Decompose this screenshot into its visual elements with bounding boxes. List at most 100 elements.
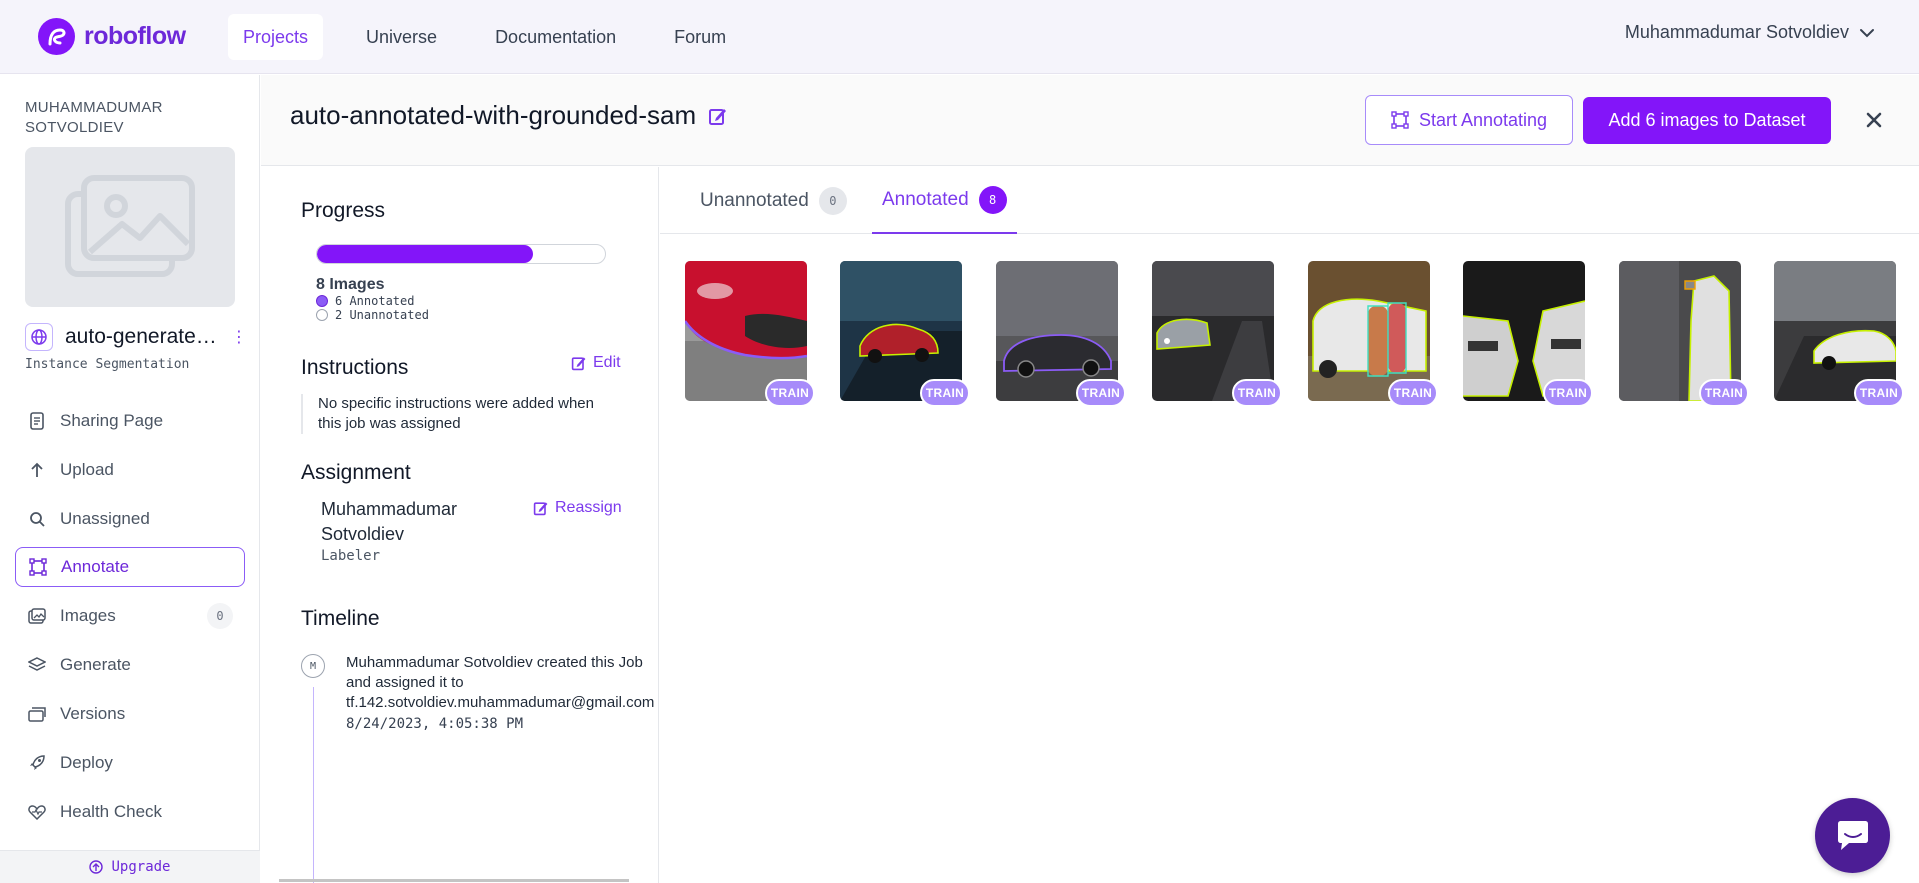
sidebar-item-label: Deploy — [60, 753, 113, 772]
add-images-to-dataset-button[interactable]: Add 6 images to Dataset — [1583, 97, 1831, 144]
sidebar-item-versions[interactable]: Versions — [15, 694, 245, 734]
sidebar-item-deploy[interactable]: Deploy — [15, 743, 245, 783]
rocket-icon — [28, 754, 46, 772]
kebab-menu-icon[interactable]: ⋮ — [231, 327, 247, 347]
nav-link-universe[interactable]: Universe — [351, 14, 452, 60]
brand-name: roboflow — [84, 22, 186, 50]
edit-label: Edit — [593, 354, 621, 371]
sidebar-item-label: Unassigned — [60, 509, 150, 528]
top-navigation: roboflow Projects Universe Documentation… — [0, 0, 1919, 74]
instructions-text: No specific instructions were added when… — [301, 394, 621, 434]
tab-annotated[interactable]: Annotated 8 — [872, 167, 1017, 234]
roboflow-logo-icon — [38, 18, 75, 55]
unannotated-label: 2 Unannotated — [335, 308, 429, 322]
sidebar-item-unassigned[interactable]: Unassigned — [15, 499, 245, 539]
job-info-panel: Progress 8 Images 6 Annotated 2 Unannota… — [261, 167, 659, 883]
image-thumbnail[interactable]: TRAIN — [1308, 261, 1438, 407]
user-name: Muhammadumar Sotvoldiev — [1624, 22, 1849, 42]
instructions-heading: Instructions — [301, 356, 409, 379]
nav-link-projects[interactable]: Projects — [228, 13, 324, 60]
layers-icon — [28, 656, 46, 674]
image-thumbnail[interactable]: TRAIN — [1463, 261, 1593, 407]
timeline-line — [313, 687, 314, 883]
page-title: auto-annotated-with-grounded-sam — [290, 100, 697, 130]
image-thumbnail[interactable]: TRAIN — [685, 261, 815, 407]
nav-link-documentation[interactable]: Documentation — [480, 14, 631, 60]
assignee-name: Muhammadumar Sotvoldiev — [321, 499, 458, 544]
upgrade-button[interactable]: Upgrade — [0, 850, 260, 883]
images-icon — [28, 607, 46, 625]
image-tabs: Unannotated 0 Annotated 8 — [660, 167, 1919, 234]
sidebar-item-label: Images — [60, 606, 116, 625]
image-thumbnail[interactable]: TRAIN — [1774, 261, 1904, 407]
chat-bubble-icon — [1837, 820, 1868, 850]
nav-link-forum[interactable]: Forum — [659, 14, 741, 60]
reassign-label: Reassign — [555, 499, 622, 516]
sidebar-item-label: Generate — [60, 655, 131, 674]
upgrade-label: Upgrade — [111, 859, 171, 875]
train-badge: TRAIN — [1388, 379, 1438, 407]
annotated-label: 6 Annotated — [335, 294, 415, 308]
sidebar-item-health-check[interactable]: Health Check — [15, 792, 245, 832]
job-header: auto-annotated-with-grounded-sam Start A… — [261, 75, 1919, 166]
tab-unannotated[interactable]: Unannotated 0 — [700, 167, 847, 234]
project-thumbnail-placeholder — [25, 147, 235, 307]
edit-title-icon[interactable] — [708, 106, 728, 126]
train-badge: TRAIN — [765, 379, 815, 407]
sidebar-item-upload[interactable]: Upload — [15, 450, 245, 490]
user-menu[interactable]: Muhammadumar Sotvoldiev — [1625, 22, 1875, 43]
images-count-badge: 0 — [207, 603, 233, 629]
chevron-down-icon — [1860, 28, 1874, 37]
project-type: Instance Segmentation — [25, 357, 190, 372]
tab-label: Unannotated — [700, 189, 809, 211]
sidebar-item-label: Health Check — [60, 802, 163, 821]
annotated-legend: 6 Annotated — [316, 294, 414, 308]
reassign-link[interactable]: Reassign — [533, 499, 622, 517]
sidebar: MUHAMMADUMAR SOTVOLDIEV auto-generate… ⋮… — [0, 75, 260, 883]
image-thumbnail[interactable]: TRAIN — [1152, 261, 1282, 407]
timeline-avatar: M — [301, 654, 325, 678]
timeline-entry-text: Muhammadumar Sotvoldiev created this Job… — [346, 654, 655, 711]
image-thumbnail[interactable]: TRAIN — [996, 261, 1126, 407]
assignment-heading: Assignment — [301, 461, 411, 484]
progress-heading: Progress — [301, 199, 386, 222]
train-badge: TRAIN — [1232, 379, 1282, 407]
versions-icon — [28, 705, 46, 723]
train-badge: TRAIN — [1543, 379, 1593, 407]
timeline-entry-time: 8/24/2023, 4:05:38 PM — [346, 716, 524, 732]
horizontal-scrollbar[interactable] — [279, 879, 629, 882]
start-annotating-button[interactable]: Start Annotating — [1365, 95, 1573, 145]
timeline-heading: Timeline — [301, 607, 380, 630]
tab-count: 0 — [818, 186, 847, 215]
sidebar-item-label: Sharing Page — [60, 411, 164, 430]
globe-icon — [25, 323, 53, 351]
edit-icon — [571, 357, 586, 371]
image-thumbnail[interactable]: TRAIN — [1619, 261, 1749, 407]
tab-label: Annotated — [882, 188, 969, 210]
sidebar-item-label: Versions — [60, 704, 126, 723]
sidebar-item-images[interactable]: Images 0 — [15, 596, 245, 636]
sidebar-item-annotate[interactable]: Annotate — [15, 547, 245, 587]
sidebar-item-sharing-page[interactable]: Sharing Page — [15, 401, 245, 441]
sidebar-item-label: Annotate — [61, 557, 130, 576]
image-thumbnail[interactable]: TRAIN — [840, 261, 970, 407]
progress-bar-fill — [317, 245, 533, 263]
project-name: auto-generate… — [65, 325, 217, 348]
unannotated-dot — [316, 309, 328, 321]
sidebar-item-generate[interactable]: Generate — [15, 645, 245, 685]
tab-count: 8 — [978, 185, 1007, 214]
roboflow-logo[interactable]: roboflow — [38, 18, 228, 55]
close-icon[interactable] — [1859, 105, 1889, 135]
chat-support-button[interactable] — [1815, 798, 1890, 873]
document-icon — [28, 412, 46, 430]
upload-arrow-icon — [28, 461, 46, 479]
assignee-role: Labeler — [321, 548, 381, 564]
search-icon — [28, 510, 46, 528]
sidebar-item-label: Upload — [60, 460, 114, 479]
workspace-name: MUHAMMADUMAR SOTVOLDIEV — [25, 99, 163, 136]
train-badge: TRAIN — [1076, 379, 1126, 407]
heart-pulse-icon — [28, 803, 46, 821]
edit-instructions-link[interactable]: Edit — [571, 354, 621, 372]
annotated-dot — [316, 295, 328, 307]
project-selector[interactable]: auto-generate… ⋮ — [25, 323, 250, 351]
